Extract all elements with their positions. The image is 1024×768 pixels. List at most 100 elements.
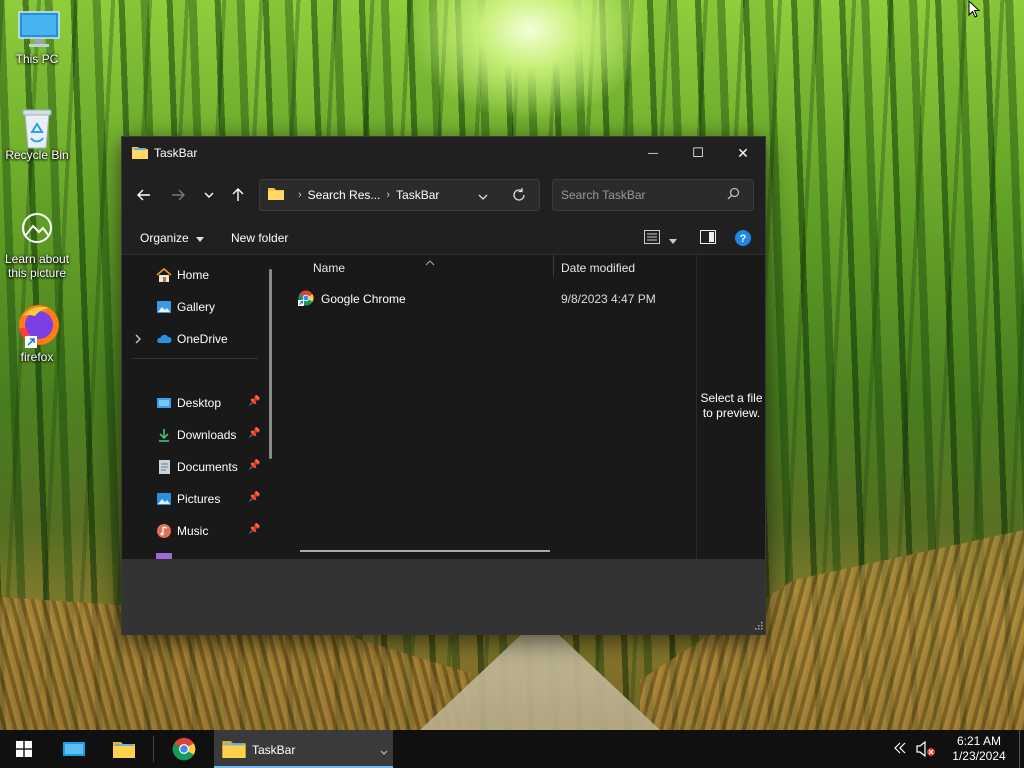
desktop-icon-recycle-bin[interactable]: Recycle Bin xyxy=(0,106,74,162)
caret-down-icon xyxy=(669,239,678,244)
nav-item-desktop[interactable]: Desktop xyxy=(156,393,221,413)
nav-item-label: Gallery xyxy=(177,300,216,314)
address-bar[interactable]: › Search Res... › TaskBar xyxy=(259,179,540,211)
resize-grip-icon[interactable] xyxy=(753,619,763,633)
nav-item-label: Desktop xyxy=(177,396,222,410)
maximize-icon: ☐ xyxy=(692,145,704,160)
help-button[interactable]: ? xyxy=(735,230,751,249)
taskbar-window-taskbar[interactable]: TaskBar xyxy=(214,730,393,768)
file-explorer-icon xyxy=(113,742,135,758)
window-title: TaskBar xyxy=(154,146,198,160)
desktop-icon-label: firefox xyxy=(20,350,54,364)
column-header-name[interactable]: Name xyxy=(313,261,345,275)
chevron-left-icon xyxy=(894,742,906,754)
desktop-icon-label: Learn about this picture xyxy=(4,252,70,280)
chevron-down-icon xyxy=(478,194,488,200)
close-icon: ✕ xyxy=(737,144,749,161)
navigation-pane: Home Gallery OneDrive Desktop 📌 Download… xyxy=(122,255,282,559)
desktop-icon-firefox[interactable]: firefox xyxy=(0,302,74,364)
clock-time: 6:21 AM xyxy=(956,734,1002,748)
camera-aperture-icon xyxy=(17,210,57,250)
nav-item-label: OneDrive xyxy=(177,332,228,346)
pin-icon: 📌 xyxy=(248,492,261,503)
minimize-icon: — xyxy=(648,147,658,159)
desktop-folder-icon xyxy=(156,395,172,411)
nav-item-gallery[interactable]: Gallery xyxy=(156,297,215,317)
sort-ascending-icon xyxy=(425,255,435,269)
recent-locations-button[interactable] xyxy=(195,181,223,209)
view-options-button[interactable] xyxy=(644,230,678,247)
music-icon xyxy=(156,523,172,539)
folder-icon xyxy=(268,187,284,203)
taskbar-window-label: TaskBar xyxy=(252,743,296,757)
arrow-left-icon xyxy=(137,189,150,201)
nav-divider xyxy=(132,358,258,359)
show-hidden-icons-button[interactable] xyxy=(894,741,906,758)
nav-item-downloads[interactable]: Downloads xyxy=(156,425,236,445)
desktop-icon-this-pc[interactable]: This PC xyxy=(0,10,74,66)
search-input[interactable]: Search TaskBar xyxy=(552,179,754,211)
folder-icon xyxy=(132,145,148,162)
title-bar[interactable]: TaskBar — ☐ ✕ xyxy=(122,137,765,169)
nav-item-music[interactable]: Music xyxy=(156,521,208,541)
nav-item-home[interactable]: Home xyxy=(156,265,209,285)
back-button[interactable] xyxy=(130,181,158,209)
task-view-button[interactable] xyxy=(54,730,94,768)
nav-item-label: Music xyxy=(177,524,209,538)
preview-pane-button[interactable] xyxy=(700,230,716,247)
minimize-button[interactable]: — xyxy=(630,137,676,169)
taskbar-file-explorer-button[interactable] xyxy=(104,730,144,768)
breadcrumb-search-results[interactable]: Search Res... xyxy=(308,188,381,202)
nav-item-label: Documents xyxy=(177,460,238,474)
horizontal-scrollbar[interactable] xyxy=(300,550,550,552)
nav-item-documents[interactable]: Documents xyxy=(156,457,238,477)
address-dropdown-button[interactable] xyxy=(478,190,488,204)
pin-icon: 📌 xyxy=(248,460,261,471)
preview-message: Select a file to preview. xyxy=(700,391,763,420)
gallery-icon xyxy=(156,299,172,315)
forward-button[interactable] xyxy=(164,181,192,209)
column-divider[interactable] xyxy=(553,255,554,277)
volume-muted-icon[interactable] xyxy=(916,740,936,760)
close-button[interactable]: ✕ xyxy=(720,137,766,169)
up-button[interactable] xyxy=(224,181,252,209)
column-header-date-modified[interactable]: Date modified xyxy=(561,261,635,275)
refresh-icon xyxy=(513,188,525,201)
cloud-icon xyxy=(156,331,172,347)
start-button[interactable] xyxy=(4,730,44,768)
new-folder-button[interactable]: New folder xyxy=(231,231,288,245)
chevron-right-icon: › xyxy=(386,189,391,201)
chevron-down-icon[interactable] xyxy=(380,745,388,759)
refresh-button[interactable] xyxy=(512,188,526,205)
taskbar-divider xyxy=(153,736,154,762)
system-clock[interactable]: 6:21 AM 1/23/2024 xyxy=(944,734,1014,764)
picture-icon xyxy=(156,491,172,507)
taskbar-chrome-button[interactable] xyxy=(164,730,204,768)
maximize-button[interactable]: ☐ xyxy=(675,137,721,169)
file-list: Name Date modified Google Chrome 9/8/202… xyxy=(282,255,696,559)
document-icon xyxy=(156,459,172,475)
desktop-icon-learn-about-picture[interactable]: Learn about this picture xyxy=(0,210,74,280)
preview-pane-icon xyxy=(700,230,716,244)
breadcrumb-taskbar[interactable]: TaskBar xyxy=(396,188,439,202)
chevron-down-icon xyxy=(204,192,214,198)
svg-text:?: ? xyxy=(740,233,747,245)
file-row[interactable]: Google Chrome 9/8/2023 4:47 PM xyxy=(298,289,688,311)
arrow-right-icon xyxy=(172,189,185,201)
nav-item-pictures[interactable]: Pictures xyxy=(156,489,220,509)
nav-item-onedrive[interactable]: OneDrive xyxy=(156,329,228,349)
firefox-icon xyxy=(13,302,61,348)
windows-logo-icon xyxy=(16,741,32,757)
download-arrow-icon xyxy=(156,427,172,443)
file-explorer-window: TaskBar — ☐ ✕ › Search Res... › TaskBar … xyxy=(121,136,766,635)
organize-button[interactable]: Organize xyxy=(140,231,205,245)
clock-date: 1/23/2024 xyxy=(952,749,1006,763)
chevron-right-icon: › xyxy=(298,189,302,201)
nav-item-label: Pictures xyxy=(177,492,221,506)
nav-item-label: Home xyxy=(177,268,210,282)
preview-pane: Select a file to preview. xyxy=(696,255,765,559)
expand-chevron-icon[interactable] xyxy=(134,333,142,347)
navigation-pane-scrollbar[interactable] xyxy=(269,269,272,459)
desktop-icon-label: Recycle Bin xyxy=(5,148,69,162)
show-desktop-button[interactable] xyxy=(1019,730,1020,768)
